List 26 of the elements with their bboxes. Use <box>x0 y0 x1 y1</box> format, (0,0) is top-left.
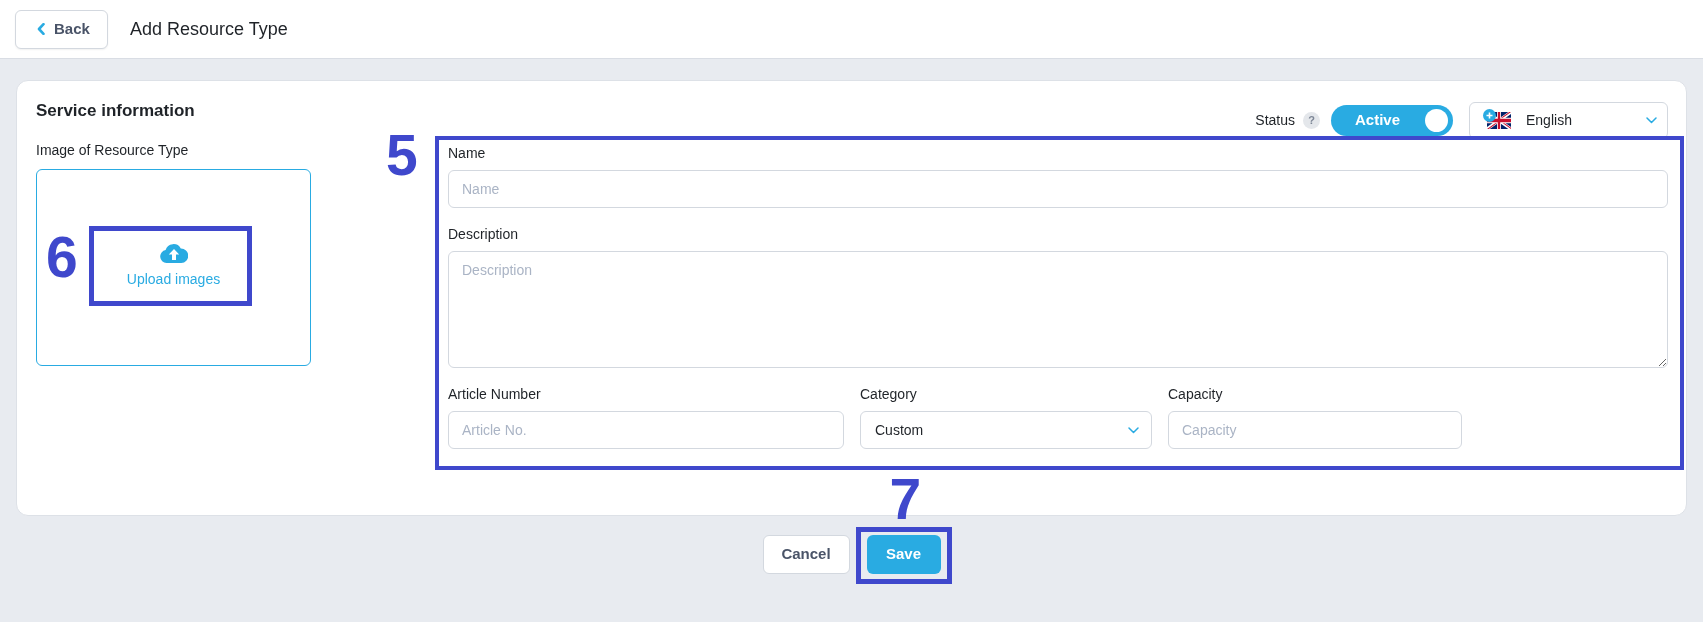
field-label: Article Number <box>448 385 542 404</box>
plus-circle-icon <box>1483 109 1496 122</box>
input-field[interactable]: Name <box>448 170 1668 208</box>
status-label: Status <box>1255 111 1295 130</box>
section-title: Service information <box>36 102 196 120</box>
help-icon: ? <box>1303 112 1320 129</box>
field-label: Description <box>448 225 520 244</box>
input-field[interactable]: Capacity <box>1168 411 1462 449</box>
field-label: Category <box>860 385 918 404</box>
chevron-down-icon <box>1128 426 1139 434</box>
input-field[interactable]: Article No. <box>448 411 844 449</box>
annotation-number: 5 <box>386 127 418 184</box>
chevron-down-icon <box>1646 117 1657 124</box>
field-label: Name <box>448 144 487 163</box>
dropdown-field[interactable]: Custom <box>860 411 1152 449</box>
cancel-button[interactable]: Cancel <box>762 535 850 574</box>
back-button[interactable]: Back <box>15 9 108 49</box>
field-label: Image of Resource Type <box>36 141 190 160</box>
textarea-field[interactable]: Description <box>448 251 1668 368</box>
field-label: Capacity <box>1168 385 1224 404</box>
cloud-upload-icon <box>159 242 188 263</box>
annotation-number: 7 <box>889 471 922 528</box>
toggle-knob <box>1425 109 1448 132</box>
annotation-number: 6 <box>46 229 78 286</box>
page-title: Add Resource Type <box>130 17 288 41</box>
chevron-left-icon <box>37 23 45 35</box>
